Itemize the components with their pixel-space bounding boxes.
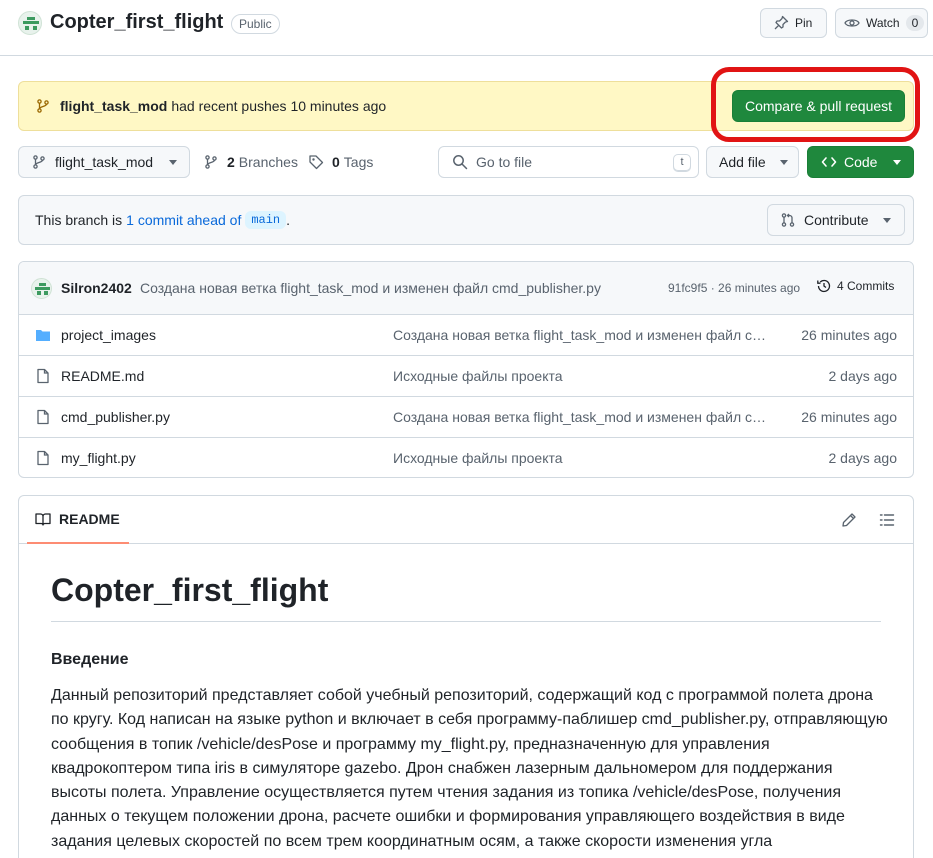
- code-label: Code: [844, 154, 878, 170]
- commits-count: 4 Commits: [837, 279, 895, 293]
- file-row[interactable]: my_flight.py Исходные файлы проекта 2 da…: [19, 438, 913, 477]
- eye-icon: [844, 15, 866, 31]
- file-icon: [35, 450, 51, 466]
- commit-hash-time[interactable]: 91fc9f5 · 26 minutes ago: [668, 281, 800, 295]
- readme-tab[interactable]: README: [27, 496, 129, 544]
- commits-history-link[interactable]: 4 Commits: [816, 278, 894, 294]
- pin-button[interactable]: Pin: [760, 8, 827, 38]
- tags-count: 0: [332, 154, 340, 170]
- current-branch-label: flight_task_mod: [55, 154, 154, 170]
- tags-link[interactable]: 0 Tags: [308, 154, 373, 170]
- file-icon: [35, 368, 51, 384]
- pencil-icon[interactable]: [841, 512, 857, 528]
- readme-paragraph: Данный репозиторий представляет собой уч…: [51, 687, 888, 850]
- go-to-file-placeholder: Go to file: [476, 154, 533, 170]
- chevron-down-icon: [893, 159, 902, 165]
- file-age: 2 days ago: [828, 368, 898, 384]
- file-commit-message[interactable]: Создана новая ветка flight_task_mod и из…: [393, 327, 773, 343]
- go-to-file-input[interactable]: Go to file t: [438, 146, 699, 178]
- file-icon: [35, 409, 51, 425]
- compare-pull-request-button[interactable]: Compare & pull request: [732, 90, 905, 122]
- repo-name[interactable]: Copter_first_flight: [50, 11, 223, 34]
- watch-count: 0: [905, 15, 925, 31]
- file-name[interactable]: project_images: [61, 327, 156, 343]
- watch-label: Watch: [866, 16, 900, 30]
- search-icon: [452, 154, 476, 170]
- base-branch-chip[interactable]: main: [245, 211, 287, 229]
- branch-icon: [31, 154, 47, 170]
- file-age: 26 minutes ago: [801, 409, 897, 425]
- branch-icon: [203, 154, 227, 170]
- file-commit-message[interactable]: Исходные файлы проекта: [393, 368, 773, 384]
- repo-header: Copter_first_flight Public Pin Watch 0: [0, 0, 933, 56]
- commit-author[interactable]: Silron2402: [61, 280, 132, 296]
- readme-title: Copter_first_flight: [51, 572, 881, 622]
- avatar[interactable]: [31, 278, 52, 299]
- file-row[interactable]: cmd_publisher.py Создана новая ветка fli…: [19, 397, 913, 438]
- pushed-branch-name[interactable]: flight_task_mod: [60, 98, 167, 114]
- file-row[interactable]: README.md Исходные файлы проекта 2 days …: [19, 356, 913, 397]
- file-row[interactable]: project_images Создана новая ветка fligh…: [19, 315, 913, 356]
- file-age: 2 days ago: [828, 450, 898, 466]
- commit-message[interactable]: Создана новая ветка flight_task_mod и из…: [140, 280, 601, 296]
- readme-tab-label: README: [59, 511, 120, 527]
- branches-link[interactable]: 2 Branches: [203, 154, 298, 170]
- readme-panel: README Copter_first_flight Введение Данн…: [18, 495, 914, 858]
- book-icon: [35, 511, 59, 527]
- code-button[interactable]: Code: [807, 146, 914, 178]
- commits-ahead-link[interactable]: 1 commit ahead of: [126, 212, 241, 228]
- file-commit-message[interactable]: Исходные файлы проекта: [393, 450, 773, 466]
- file-age: 26 minutes ago: [801, 327, 897, 343]
- keyboard-shortcut-hint: t: [673, 154, 691, 172]
- add-file-label: Add file: [719, 154, 766, 170]
- tags-label: Tags: [343, 154, 374, 170]
- branches-count: 2: [227, 154, 235, 170]
- file-commit-message[interactable]: Создана новая ветка flight_task_mod и из…: [393, 409, 773, 425]
- file-table: Silron2402 Создана новая ветка flight_ta…: [18, 261, 914, 478]
- history-icon: [816, 278, 837, 294]
- tag-icon: [308, 154, 332, 170]
- visibility-badge: Public: [231, 14, 280, 34]
- latest-commit-row: Silron2402 Создана новая ветка flight_ta…: [19, 262, 913, 315]
- chevron-down-icon: [169, 159, 178, 165]
- branch-selector[interactable]: flight_task_mod: [18, 146, 190, 178]
- push-message: had recent pushes 10 minutes ago: [171, 98, 387, 114]
- contribute-label: Contribute: [804, 212, 869, 228]
- chevron-down-icon: [779, 159, 788, 165]
- list-outline-icon[interactable]: [879, 512, 895, 528]
- file-name[interactable]: README.md: [61, 368, 144, 384]
- chevron-down-icon: [882, 217, 891, 223]
- file-name[interactable]: cmd_publisher.py: [61, 409, 170, 425]
- pin-icon: [773, 15, 795, 31]
- add-file-button[interactable]: Add file: [706, 146, 799, 178]
- folder-icon: [35, 327, 51, 343]
- contribute-button[interactable]: Contribute: [767, 204, 905, 236]
- repo-owner-avatar[interactable]: [18, 11, 42, 35]
- ahead-prefix: This branch is: [35, 212, 123, 228]
- readme-header: README: [19, 496, 913, 544]
- readme-section-heading: Введение: [51, 651, 129, 668]
- watch-button[interactable]: Watch 0: [835, 8, 928, 38]
- pull-request-icon: [780, 212, 796, 228]
- code-icon: [821, 154, 844, 170]
- branches-label: Branches: [238, 154, 298, 170]
- pin-label: Pin: [795, 16, 813, 30]
- file-name[interactable]: my_flight.py: [61, 450, 136, 466]
- ahead-suffix: .: [286, 212, 291, 228]
- branch-icon: [35, 98, 60, 114]
